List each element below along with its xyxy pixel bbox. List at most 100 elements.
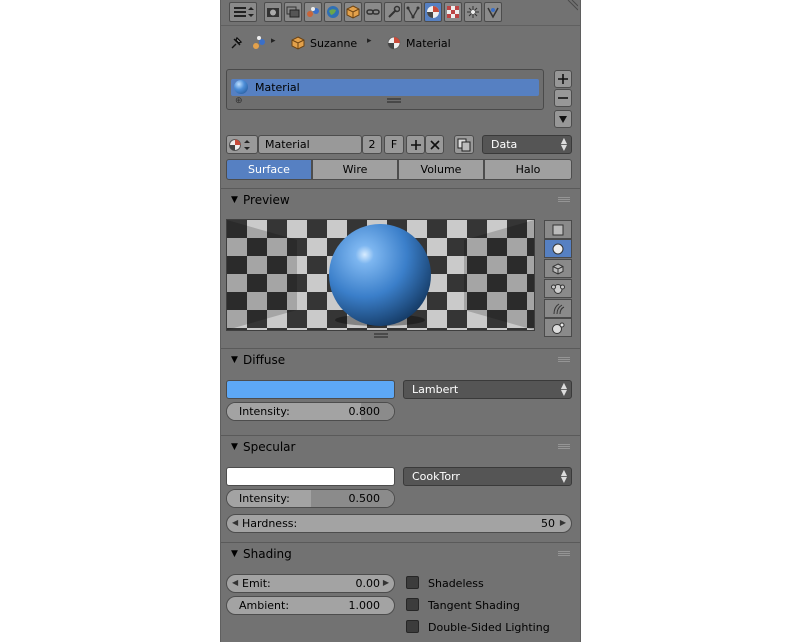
scene-icon[interactable] (304, 2, 322, 22)
preview-hair-button[interactable] (544, 299, 572, 318)
pin-icon[interactable] (229, 36, 243, 50)
filter-expand-icon[interactable]: ⊕ (235, 96, 243, 106)
material-preview (226, 219, 535, 331)
tab-label: Halo (515, 163, 541, 176)
object-icon[interactable] (344, 2, 362, 22)
breadcrumb-separator: ▸ (271, 36, 276, 46)
preview-panel-header[interactable]: ▼ Preview (221, 188, 580, 210)
double-sided-lighting-label: Double-Sided Lighting (428, 621, 550, 634)
preview-cube-button[interactable] (544, 259, 572, 278)
preview-sky-button[interactable] (544, 318, 572, 337)
dropdown-arrows-icon: ▲ ▼ (560, 381, 567, 397)
diffuse-panel-header[interactable]: ▼ Diffuse (221, 348, 580, 370)
user-count-button[interactable]: 2 (362, 135, 382, 154)
properties-header (221, 0, 580, 26)
world-icon[interactable] (324, 2, 342, 22)
drag-grip-icon[interactable] (558, 444, 570, 450)
link-dropdown[interactable]: Data ▲ ▼ (482, 135, 572, 154)
panel-title: Preview (243, 192, 290, 207)
copy-paste-icon[interactable] (454, 135, 474, 154)
modifiers-icon[interactable] (384, 2, 402, 22)
increment-arrow-icon[interactable]: ▶ (560, 518, 566, 527)
specular-shader-dropdown[interactable]: CookTorr ▲ ▼ (403, 467, 572, 486)
preview-monkey-button[interactable] (544, 279, 572, 298)
particles-icon[interactable] (464, 2, 482, 22)
browse-material-button[interactable] (226, 135, 258, 154)
ambient-slider[interactable]: Ambient: 1.000 (226, 596, 395, 615)
corner-resize-grip-icon[interactable] (566, 0, 578, 12)
new-material-button[interactable] (406, 135, 425, 154)
material-icon (387, 36, 401, 50)
object-icon (291, 36, 305, 50)
slider-label: Intensity: (239, 405, 290, 418)
tab-halo[interactable]: Halo (484, 159, 572, 180)
editor-type-icon[interactable] (229, 2, 257, 22)
drag-grip-icon[interactable] (558, 357, 570, 363)
tab-label: Volume (420, 163, 462, 176)
preview-sphere-button[interactable] (544, 239, 572, 258)
tab-wire[interactable]: Wire (312, 159, 398, 180)
preview-render (227, 220, 534, 330)
decrement-arrow-icon[interactable]: ◀ (232, 578, 238, 587)
texture-icon[interactable] (444, 2, 462, 22)
fake-user-label: F (390, 138, 398, 151)
tab-surface[interactable]: Surface (226, 159, 312, 180)
link-value: Data (491, 138, 518, 151)
scene-icon (253, 36, 265, 49)
diffuse-shader-dropdown[interactable]: Lambert ▲ ▼ (403, 380, 572, 399)
material-icon[interactable] (424, 2, 442, 22)
field-value: 50 (541, 517, 555, 530)
drag-grip-icon[interactable] (558, 197, 570, 203)
diffuse-shader-value: Lambert (412, 383, 459, 396)
slot-specials-button[interactable] (554, 110, 572, 128)
specular-color-swatch[interactable] (226, 467, 395, 486)
breadcrumb: ▸ Suzanne ▸ Material (221, 32, 580, 54)
collapse-triangle-icon: ▼ (231, 354, 238, 365)
material-slot-list: Material ⊕ (226, 69, 544, 110)
breadcrumb-object: Suzanne (310, 37, 358, 50)
shadeless-label: Shadeless (428, 577, 484, 590)
list-resize-grip-icon[interactable] (387, 98, 401, 104)
remove-slot-button[interactable] (554, 89, 572, 107)
material-name-value: Material (265, 138, 310, 151)
preview-resize-grip-icon[interactable] (374, 333, 388, 339)
fake-user-button[interactable]: F (384, 135, 404, 154)
breadcrumb-material: Material (406, 37, 451, 50)
slider-label: Intensity: (239, 492, 290, 505)
material-preview-icon (234, 80, 248, 94)
field-label: Emit: (242, 577, 271, 590)
field-label: Hardness: (242, 517, 298, 530)
render-layers-icon[interactable] (284, 2, 302, 22)
diffuse-intensity-slider[interactable]: Intensity: 0.800 (226, 402, 395, 421)
slider-value: 0.800 (348, 405, 381, 418)
properties-panel: ▸ Suzanne ▸ Material Material ⊕ Material… (220, 0, 581, 642)
hardness-field[interactable]: ◀ Hardness: 50 ▶ (226, 514, 572, 533)
physics-icon[interactable] (484, 2, 502, 22)
add-slot-button[interactable] (554, 70, 572, 88)
unlink-material-button[interactable] (425, 135, 444, 154)
increment-arrow-icon[interactable]: ▶ (383, 578, 389, 587)
double-sided-lighting-checkbox[interactable] (406, 620, 419, 633)
tab-volume[interactable]: Volume (398, 159, 484, 180)
decrement-arrow-icon[interactable]: ◀ (232, 518, 238, 527)
list-item[interactable]: Material (231, 79, 539, 96)
panel-title: Shading (243, 546, 292, 561)
emit-field[interactable]: ◀ Emit: 0.00 ▶ (226, 574, 395, 593)
specular-panel-header[interactable]: ▼ Specular (221, 435, 580, 457)
preview-flat-button[interactable] (544, 220, 572, 239)
tab-label: Surface (248, 163, 290, 176)
specular-intensity-slider[interactable]: Intensity: 0.500 (226, 489, 395, 508)
slider-value: 1.000 (348, 599, 381, 612)
material-name-field[interactable]: Material (258, 135, 362, 154)
render-icon[interactable] (264, 2, 282, 22)
tangent-shading-checkbox[interactable] (406, 598, 419, 611)
constraints-icon[interactable] (364, 2, 382, 22)
shading-panel-header[interactable]: ▼ Shading (221, 542, 580, 564)
slider-label: Ambient: (239, 599, 290, 612)
tangent-shading-label: Tangent Shading (428, 599, 520, 612)
diffuse-color-swatch[interactable] (226, 380, 395, 399)
shadeless-checkbox[interactable] (406, 576, 419, 589)
user-count-value: 2 (368, 138, 376, 151)
data-icon[interactable] (404, 2, 422, 22)
drag-grip-icon[interactable] (558, 551, 570, 557)
